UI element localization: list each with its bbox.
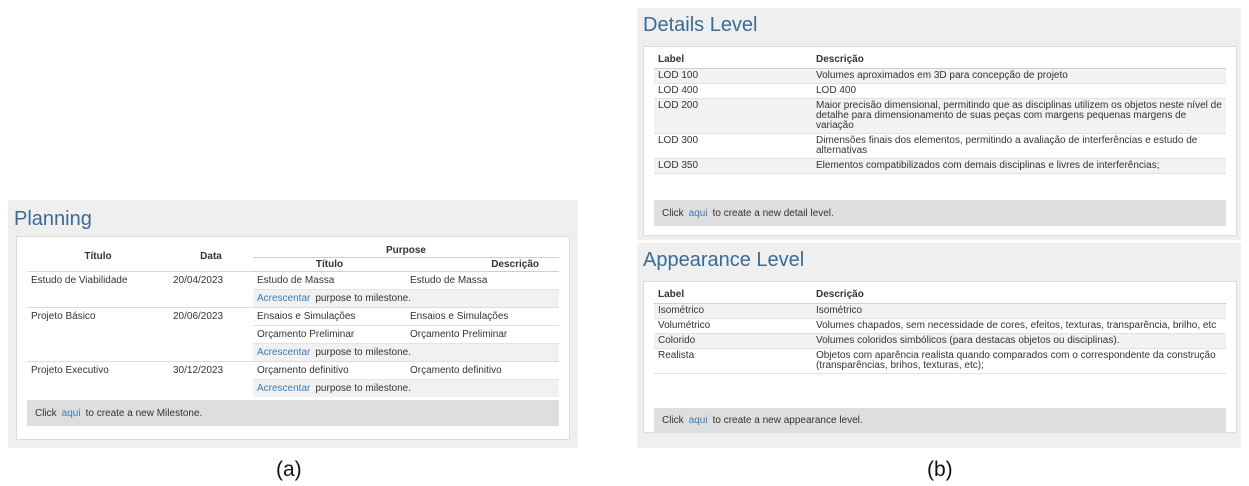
details-footer: Click aqui to create a new detail level. bbox=[654, 200, 1226, 226]
table-row: LOD 100 Volumes aproximados em 3D para co… bbox=[654, 68, 1226, 84]
appearance-card: Label Descrição Isométrico Isométrico Volu… bbox=[643, 281, 1237, 433]
purpose-descricao: Orçamento definitivo bbox=[406, 361, 559, 380]
milestone-titulo: Projeto Executivo bbox=[27, 361, 169, 397]
table-row: Projeto Básico 20/06/2023 Ensaios e Simula… bbox=[27, 307, 559, 362]
row-label: LOD 300 bbox=[654, 133, 812, 159]
milestone-titulo: Projeto Básico bbox=[27, 307, 169, 362]
row-descricao: Volumes aproximados em 3D para concepção… bbox=[812, 68, 1226, 84]
table-row: LOD 400 LOD 400 bbox=[654, 83, 1226, 99]
create-milestone-link[interactable]: aqui bbox=[62, 408, 81, 419]
row-label: LOD 400 bbox=[654, 83, 812, 99]
add-purpose-cell: Acrescentar purpose to milestone. bbox=[253, 289, 559, 308]
row-descricao: Volumes chapados, sem necessidade de cor… bbox=[812, 318, 1226, 334]
planning-footer: Click aqui to create a new Milestone. bbox=[27, 400, 559, 426]
table-row: LOD 200 Maior precisão dimensional, permi… bbox=[654, 98, 1226, 134]
add-purpose-cell: Acrescentar purpose to milestone. bbox=[253, 343, 559, 362]
table-row: LOD 300 Dimensões finais dos elementos, p… bbox=[654, 133, 1226, 159]
header-purpose-titulo: Título bbox=[253, 257, 406, 272]
details-rows: LOD 100 Volumes aproximados em 3D para co… bbox=[654, 68, 1226, 174]
details-title: Details Level bbox=[643, 14, 758, 36]
add-purpose-link[interactable]: Acrescentar bbox=[257, 293, 310, 304]
header-purpose: Purpose bbox=[253, 241, 559, 258]
row-descricao: Maior precisão dimensional, permitindo q… bbox=[812, 98, 1226, 134]
planning-table: Título Data Purpose Título Descrição Est… bbox=[27, 241, 559, 397]
footer-text: to create a new Milestone. bbox=[85, 407, 203, 419]
details-header-label: Label bbox=[654, 47, 812, 69]
row-descricao: Dimensões finais dos elementos, permitin… bbox=[812, 133, 1226, 159]
appearance-header-label: Label bbox=[654, 282, 812, 304]
appearance-title: Appearance Level bbox=[643, 249, 805, 271]
row-label: Realista bbox=[654, 348, 812, 374]
table-row: Projeto Executivo 30/12/2023 Orçamento def… bbox=[27, 361, 559, 397]
add-purpose-link[interactable]: Acrescentar bbox=[257, 347, 310, 358]
planning-card: Título Data Purpose Título Descrição Est… bbox=[16, 236, 570, 440]
details-footer-click: Click bbox=[662, 207, 684, 219]
header-data: Data bbox=[200, 250, 222, 262]
appearance-footer-text: to create a new appearance level. bbox=[712, 414, 863, 426]
row-label: LOD 200 bbox=[654, 98, 812, 134]
details-table: Label Descrição LOD 100 Volumes aproximad… bbox=[654, 47, 1226, 174]
milestone-titulo: Estudo de Viabilidade bbox=[27, 271, 169, 308]
details-panel: Details Level Label Descrição LOD 100 Vol… bbox=[637, 8, 1241, 240]
purpose-descricao: Ensaios e Simulações bbox=[406, 307, 559, 326]
purpose-titulo: Estudo de Massa bbox=[253, 271, 406, 290]
row-label: LOD 350 bbox=[654, 158, 812, 174]
create-appearance-level-link[interactable]: aqui bbox=[689, 415, 708, 426]
planning-rows: Estudo de Viabilidade 20/04/2023 Estudo de… bbox=[27, 271, 559, 397]
table-row: LOD 350 Elementos compatibilizados com de… bbox=[654, 158, 1226, 174]
table-row: Colorido Volumes coloridos simbólicos (pa… bbox=[654, 333, 1226, 349]
add-purpose-text: purpose to milestone. bbox=[315, 383, 411, 394]
header-purpose-descricao: Descrição bbox=[406, 257, 559, 272]
table-row: Volumétrico Volumes chapados, sem necessi… bbox=[654, 318, 1226, 334]
details-card: Label Descrição LOD 100 Volumes aproximad… bbox=[643, 46, 1237, 236]
add-purpose-text: purpose to milestone. bbox=[315, 347, 411, 358]
add-purpose-text: purpose to milestone. bbox=[315, 293, 411, 304]
details-footer-text: to create a new detail level. bbox=[712, 207, 834, 219]
purpose-descricao: Estudo de Massa bbox=[406, 271, 559, 290]
purpose-titulo: Orçamento Preliminar bbox=[253, 325, 406, 344]
add-purpose-cell: Acrescentar purpose to milestone. bbox=[253, 379, 559, 397]
add-purpose-link[interactable]: Acrescentar bbox=[257, 383, 310, 394]
row-label: Volumétrico bbox=[654, 318, 812, 334]
table-row: Estudo de Viabilidade 20/04/2023 Estudo de… bbox=[27, 271, 559, 308]
footer-click-text: Click bbox=[35, 407, 57, 419]
row-descricao: LOD 400 bbox=[812, 83, 1226, 99]
milestone-data: 30/12/2023 bbox=[169, 361, 253, 397]
details-header-descricao: Descrição bbox=[812, 47, 1226, 69]
caption-a: (a) bbox=[276, 458, 302, 481]
table-row: Isométrico Isométrico bbox=[654, 303, 1226, 319]
purpose-titulo: Orçamento definitivo bbox=[253, 361, 406, 380]
row-label: Colorido bbox=[654, 333, 812, 349]
create-detail-level-link[interactable]: aqui bbox=[689, 208, 708, 219]
row-label: LOD 100 bbox=[654, 68, 812, 84]
appearance-footer: Click aqui to create a new appearance le… bbox=[654, 408, 1226, 432]
caption-b: (b) bbox=[927, 458, 953, 481]
appearance-footer-click: Click bbox=[662, 414, 684, 426]
milestone-data: 20/04/2023 bbox=[169, 271, 253, 308]
appearance-table: Label Descrição Isométrico Isométrico Volu… bbox=[654, 282, 1226, 374]
purpose-titulo: Ensaios e Simulações bbox=[253, 307, 406, 326]
row-label: Isométrico bbox=[654, 303, 812, 319]
planning-title: Planning bbox=[14, 208, 92, 230]
row-descricao: Elementos compatibilizados com demais di… bbox=[812, 158, 1226, 174]
milestone-data: 20/06/2023 bbox=[169, 307, 253, 362]
table-row: Realista Objetos com aparência realista q… bbox=[654, 348, 1226, 374]
appearance-rows: Isométrico Isométrico Volumétrico Volumes c… bbox=[654, 303, 1226, 374]
appearance-panel: Appearance Level Label Descrição Isométr… bbox=[637, 243, 1241, 448]
planning-panel: Planning Título Data Purpose Título Desc… bbox=[8, 200, 578, 448]
purpose-descricao: Orçamento Preliminar bbox=[406, 325, 559, 344]
row-descricao: Isométrico bbox=[812, 303, 1226, 319]
row-descricao: Objetos com aparência realista quando co… bbox=[812, 348, 1226, 374]
row-descricao: Volumes coloridos simbólicos (para desta… bbox=[812, 333, 1226, 349]
appearance-header-descricao: Descrição bbox=[812, 282, 1226, 304]
header-titulo: Título bbox=[84, 250, 112, 262]
